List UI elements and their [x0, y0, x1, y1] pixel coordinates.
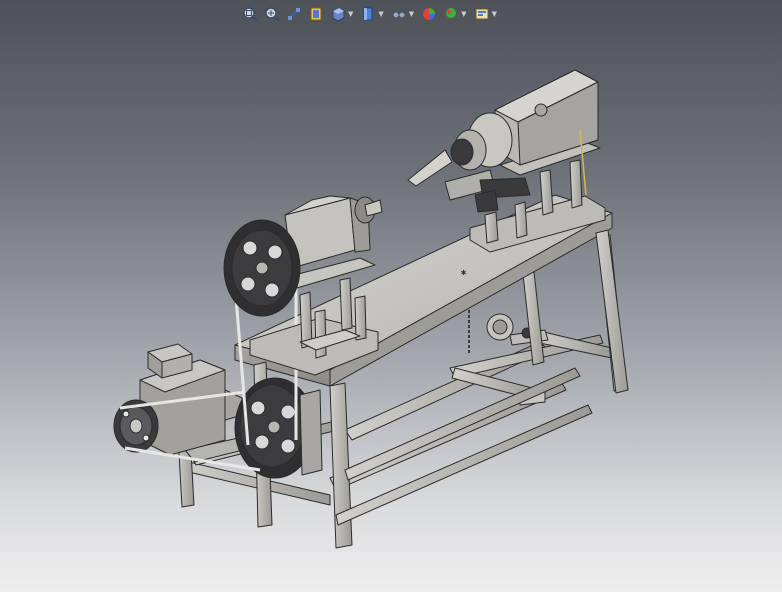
lathe-assembly-model[interactable] — [0, 0, 782, 592]
headstock-pulley — [223, 219, 301, 317]
graphics-viewport[interactable]: ▼ ▼ ▼ ▼ ▼ ✱ — [0, 0, 782, 592]
right-spindle-head — [407, 69, 606, 253]
origin-marker: ✱ — [461, 268, 467, 278]
